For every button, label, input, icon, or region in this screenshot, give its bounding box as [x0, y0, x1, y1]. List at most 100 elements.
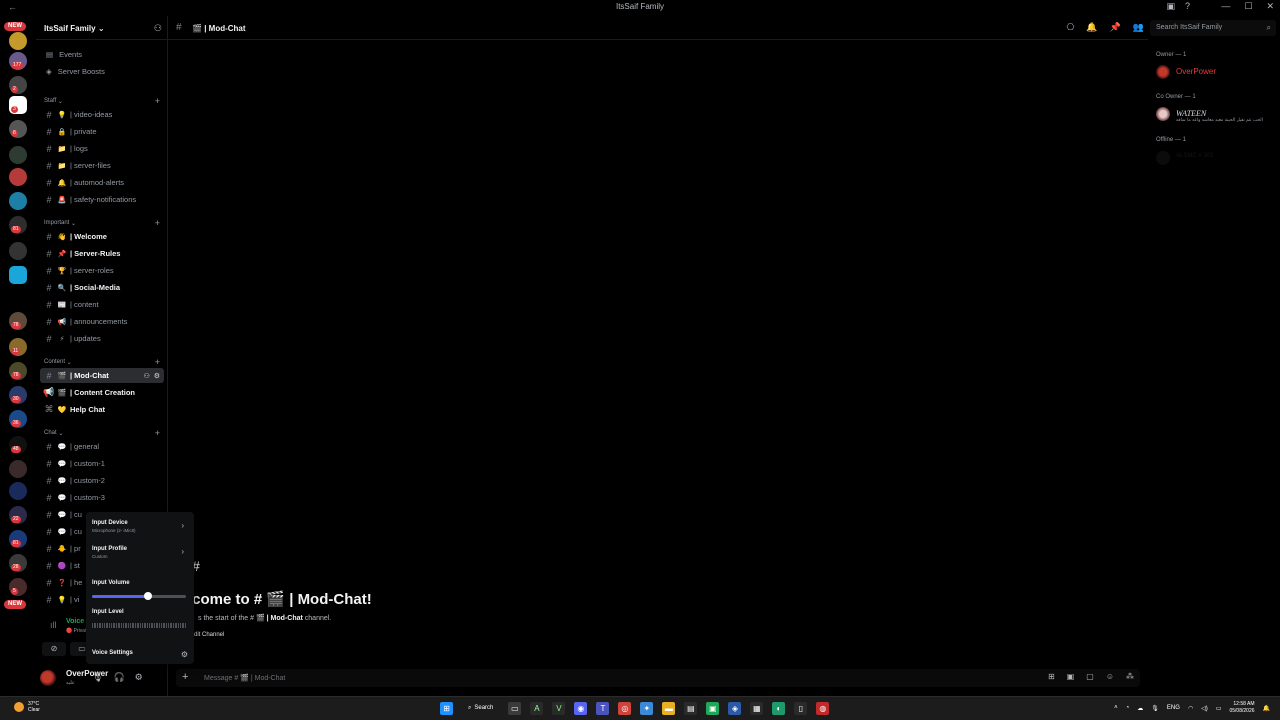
server-icon[interactable] — [9, 32, 27, 50]
chevron-up-icon[interactable]: ˄ — [1114, 705, 1118, 711]
channel-custom-3[interactable]: # 💬 | custom-3 — [40, 490, 164, 505]
channel-general[interactable]: # 💬 | general — [40, 439, 164, 454]
inbox-icon[interactable]: ▣ — [1166, 1, 1175, 12]
channel-logs[interactable]: # 📁 | logs — [40, 141, 164, 156]
lang-indicator[interactable]: ENG — [1167, 705, 1180, 711]
input-volume-slider[interactable] — [92, 592, 186, 600]
create-channel-icon[interactable]: + — [155, 358, 160, 367]
gear-icon[interactable]: ⚙ — [135, 672, 143, 683]
channel-video-ideas[interactable]: # 💡 | video-ideas — [40, 107, 164, 122]
channel-custom-1[interactable]: # 💬 | custom-1 — [40, 456, 164, 471]
channel-safety-notifications[interactable]: # 🚨 | safety-notifications — [40, 192, 164, 207]
server-icon[interactable] — [9, 168, 27, 186]
microphone-icon[interactable]: 🎙 — [92, 672, 103, 683]
battery-icon[interactable]: ▭ — [1216, 705, 1222, 712]
server-icon[interactable] — [9, 146, 27, 164]
gear-icon[interactable]: ⚙ — [154, 372, 160, 380]
wifi-icon[interactable]: ◠ — [1188, 705, 1193, 712]
server-header[interactable]: ItsSaif Family ⌄ ⚇ — [36, 16, 168, 40]
noise-suppression-button[interactable]: ⊘ — [42, 642, 66, 656]
clock[interactable]: 12:58 AM 05/08/2026 — [1229, 701, 1254, 715]
gear-icon[interactable]: ⚙ — [181, 650, 188, 659]
close-button[interactable]: ✕ — [1266, 1, 1274, 12]
member-item[interactable]: OverPower — [1156, 64, 1276, 82]
channel-updates[interactable]: # ⚡ | updates — [40, 331, 164, 346]
app-icon[interactable]: ▦ — [750, 701, 764, 715]
events-link[interactable]: ▤ Events — [46, 50, 82, 59]
server-boosts-link[interactable]: ◈ Server Boosts — [46, 67, 105, 76]
gif-icon[interactable]: ▣ — [1067, 672, 1075, 681]
maximize-button[interactable]: ☐ — [1244, 1, 1252, 12]
app-icon[interactable]: ▤ — [684, 701, 698, 715]
input-device-row[interactable]: Input Device Microphone (2- iMic8) › — [92, 520, 188, 533]
server-icon[interactable] — [9, 192, 27, 210]
app-icon[interactable]: ◈ — [728, 701, 742, 715]
weather-widget[interactable]: 37°C Clear — [14, 701, 40, 713]
create-channel-icon[interactable]: + — [155, 219, 160, 228]
minimize-button[interactable]: — — [1221, 1, 1230, 12]
discord-icon[interactable]: ◉ — [574, 701, 588, 715]
search-input[interactable]: Search ItsSaif Family ⌕ — [1150, 20, 1276, 36]
teams-icon[interactable]: T — [596, 701, 610, 715]
edge-icon[interactable]: ◐ — [772, 701, 786, 715]
channel-automod-alerts[interactable]: # 🔔 | automod-alerts — [40, 175, 164, 190]
channel-help-chat[interactable]: ⌘ 💛 Help Chat — [40, 402, 164, 417]
app-icon[interactable]: V — [552, 701, 566, 715]
create-channel-icon[interactable]: + — [155, 429, 160, 438]
notepad-icon[interactable]: ▯ — [794, 701, 808, 715]
server-icon[interactable] — [9, 242, 27, 260]
server-name[interactable]: ItsSaif Family ⌄ — [44, 24, 105, 33]
channel-server-rules[interactable]: # 📌 | Server-Rules — [40, 246, 164, 261]
attach-plus-icon[interactable]: + — [182, 671, 188, 683]
emoji-icon[interactable]: ☺ — [1106, 672, 1114, 681]
bell-icon[interactable]: 🔔 — [1086, 22, 1097, 33]
channel-social-media[interactable]: # 🔍 | Social-Media — [40, 280, 164, 295]
input-profile-row[interactable]: Input Profile Custom › — [92, 546, 188, 559]
mic-icon[interactable]: 🎙 — [1151, 705, 1159, 712]
slider-knob[interactable] — [144, 592, 153, 600]
sticker-icon[interactable]: ▢ — [1086, 672, 1094, 681]
channel-mod-chat[interactable]: # 🎬 | Mod-Chat ⚇ ⚙ — [40, 368, 164, 383]
voice-settings-row[interactable]: Voice Settings — [92, 650, 188, 656]
channel-announcements[interactable]: # 📢 | announcements — [40, 314, 164, 329]
server-icon[interactable] — [9, 460, 27, 478]
gift-icon[interactable]: ⊞ — [1048, 672, 1055, 681]
shield-icon[interactable]: ◔ — [1126, 705, 1130, 711]
category-chat[interactable]: Chat ⌄ + — [44, 429, 160, 438]
apps-icon[interactable]: ⁂ — [1126, 672, 1134, 681]
invite-people-icon[interactable]: ⚇ — [154, 23, 162, 34]
avatar[interactable] — [40, 670, 56, 686]
create-channel-icon[interactable]: + — [155, 97, 160, 106]
headphones-icon[interactable]: 🎧 — [113, 672, 124, 683]
channel-server-roles[interactable]: # 🏆 | server-roles — [40, 263, 164, 278]
invite-icon[interactable]: ⚇ — [143, 372, 149, 380]
app-icon[interactable]: ▣ — [706, 701, 720, 715]
category-important[interactable]: Important ⌄ + — [44, 219, 160, 228]
app-icon[interactable]: ◍ — [816, 701, 830, 715]
notification-icon[interactable]: 🔔 — [1263, 705, 1270, 712]
member-list-icon[interactable]: 👥 — [1133, 22, 1144, 33]
category-content[interactable]: Content ⌄ + — [44, 358, 160, 367]
server-icon[interactable] — [9, 482, 27, 500]
channel-private[interactable]: # 🔒 | private — [40, 124, 164, 139]
chrome-icon[interactable]: ◎ — [618, 701, 632, 715]
taskbar-search[interactable]: ⌕ Search — [462, 701, 499, 715]
start-button[interactable]: ⊞ — [440, 701, 453, 715]
folder-icon[interactable]: ▬ — [662, 701, 676, 715]
member-item[interactable]: ALSMC # 303 — [1156, 150, 1276, 168]
channel-content[interactable]: # 📰 | content — [40, 297, 164, 312]
channel-custom-2[interactable]: # 💬 | custom-2 — [40, 473, 164, 488]
task-view-icon[interactable]: ▭ — [508, 701, 522, 715]
help-icon[interactable]: ? — [1185, 1, 1190, 12]
channel-welcome[interactable]: # 👋 | Welcome — [40, 229, 164, 244]
cloud-icon[interactable]: ☁ — [1137, 705, 1143, 712]
edit-channel-button[interactable]: dit Channel — [194, 632, 224, 638]
app-icon[interactable]: A — [530, 701, 544, 715]
copilot-icon[interactable]: ✦ — [640, 701, 654, 715]
volume-icon[interactable]: ◁) — [1201, 705, 1208, 712]
category-staff[interactable]: Staff ⌄ + — [44, 97, 160, 106]
threads-icon[interactable]: ⎔ — [1066, 22, 1074, 33]
channel-server-files[interactable]: # 📁 | server-files — [40, 158, 164, 173]
server-icon[interactable] — [9, 266, 27, 284]
member-item[interactable]: WATEEN الحب عم نقيل الحينة معيد معاشد وا… — [1156, 106, 1276, 124]
